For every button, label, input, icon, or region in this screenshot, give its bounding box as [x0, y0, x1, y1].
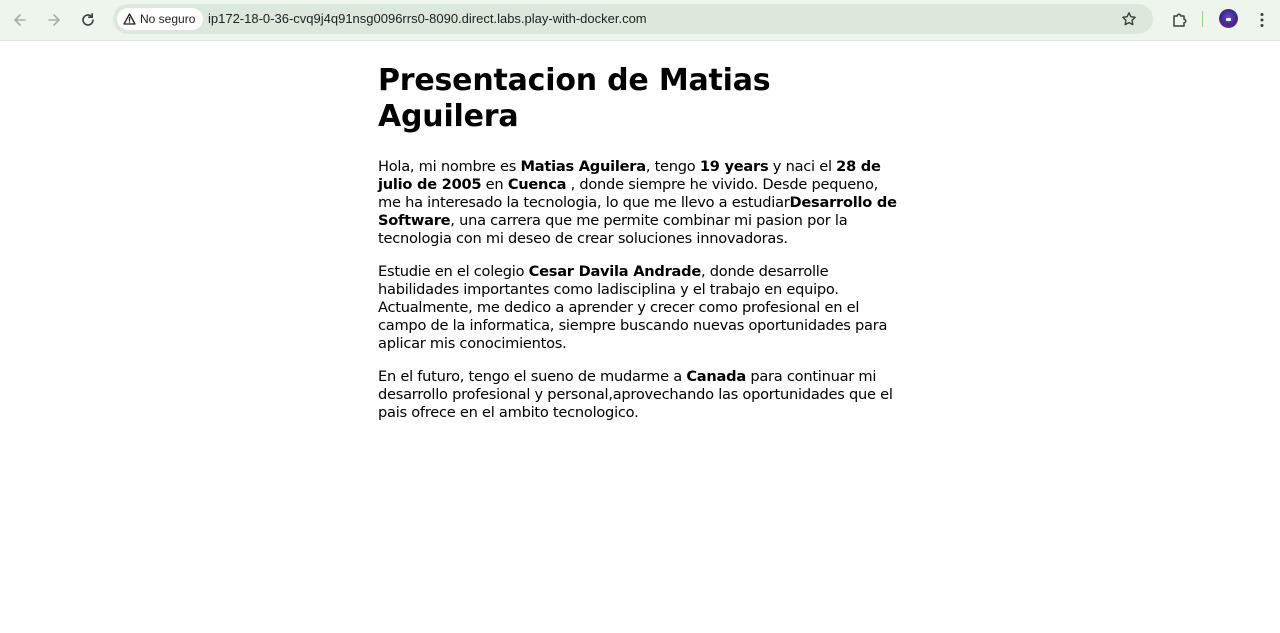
highlight-name: Matias Aguilera [520, 158, 647, 175]
forward-button[interactable] [40, 6, 68, 34]
text-segment: Hola, mi nombre es [378, 158, 521, 175]
page-title: Presentacion de Matias Aguilera [378, 63, 771, 134]
bookmark-button[interactable] [1119, 9, 1139, 29]
browser-toolbar: No seguro ip172-18-0-36-cvq9j4q91nsg0096… [0, 0, 1280, 41]
page-content: Presentacion de Matias Aguilera Hola, mi… [378, 41, 898, 422]
extensions-button[interactable] [1166, 6, 1194, 34]
future-paragraph: En el futuro, tengo el sueno de mudarme … [378, 368, 898, 422]
avatar[interactable] [1219, 9, 1238, 28]
security-indicator[interactable]: No seguro [117, 8, 204, 30]
highlight-age: 19 years [699, 158, 769, 175]
star-icon [1122, 12, 1136, 26]
reload-icon [82, 13, 94, 26]
text-segment: en [481, 176, 508, 193]
arrow-left-icon [14, 14, 26, 26]
text-segment: En el futuro, tengo el sueno de mudarme … [378, 368, 687, 385]
security-label: No seguro [140, 12, 196, 26]
education-paragraph: Estudie en el colegio Cesar Davila Andra… [378, 263, 898, 353]
warning-triangle-icon [123, 13, 136, 25]
address-bar[interactable]: No seguro ip172-18-0-36-cvq9j4q91nsg0096… [113, 4, 1153, 34]
puzzle-icon [1173, 13, 1187, 27]
intro-paragraph: Hola, mi nombre es Matias Aguilera, teng… [378, 158, 898, 248]
highlight-school: Cesar Davila Andrade [528, 263, 702, 280]
kebab-menu-icon [1260, 13, 1264, 27]
arrow-right-icon [48, 14, 60, 26]
reload-button[interactable] [74, 6, 102, 34]
highlight-city: Cuenca [507, 176, 567, 193]
highlight-country: Canada [686, 368, 746, 385]
toolbar-divider [1202, 11, 1203, 27]
text-segment: , tengo [645, 158, 700, 175]
text-segment: Estudie en el colegio [378, 263, 529, 280]
browser-menu-button[interactable] [1250, 6, 1274, 34]
text-segment: y naci el [768, 158, 837, 175]
url-text[interactable]: ip172-18-0-36-cvq9j4q91nsg0096rrs0-8090.… [208, 11, 647, 26]
back-button[interactable] [6, 6, 34, 34]
